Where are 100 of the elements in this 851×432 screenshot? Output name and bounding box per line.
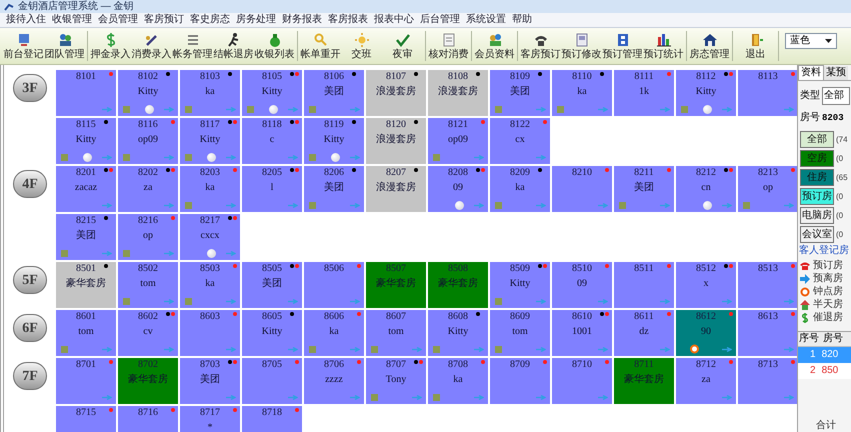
room-tile[interactable]: 8105 Kitty <box>242 70 302 116</box>
room-tile[interactable]: 8606 ka <box>304 310 364 356</box>
room-tile[interactable]: 8121 op09 <box>428 118 488 164</box>
room-tile[interactable]: 8715 <box>56 406 116 432</box>
menu-item[interactable]: 客房预订 <box>144 15 184 25</box>
room-tile[interactable]: 8205 l <box>242 166 302 212</box>
toolbar-button[interactable]: 会员资料 <box>474 29 515 63</box>
toolbar-button[interactable]: 夜审 <box>382 29 423 63</box>
room-tile[interactable]: 8102 Kitty <box>118 70 178 116</box>
filter-button[interactable]: 预订房 <box>800 188 834 205</box>
menu-item[interactable]: 会员管理 <box>98 15 138 25</box>
toolbar-button[interactable]: 前台登记 <box>3 29 44 63</box>
room-tile[interactable]: 8602 cv <box>118 310 178 356</box>
room-tile[interactable]: 8506 <box>304 262 364 308</box>
room-tile[interactable]: 8203 ka <box>180 166 240 212</box>
room-tile[interactable]: 8110 ka <box>552 70 612 116</box>
filter-button[interactable]: 电脑房 <box>800 207 834 224</box>
room-tile[interactable]: 8707 Tony <box>366 358 426 404</box>
room-tile[interactable]: 8608 Kitty <box>428 310 488 356</box>
room-tile[interactable]: 8706 zzzz <box>304 358 364 404</box>
room-tile[interactable]: 8212 cn <box>676 166 736 212</box>
room-tile[interactable]: 8119 Kitty <box>304 118 364 164</box>
toolbar-button[interactable]: 核对消费 <box>428 29 469 63</box>
room-tile[interactable]: 8713 <box>738 358 797 404</box>
room-tile[interactable]: 8215 美团 <box>56 214 116 260</box>
room-tile[interactable]: 8103 ka <box>180 70 240 116</box>
room-tile[interactable]: 8601 tom <box>56 310 116 356</box>
room-tile[interactable]: 8122 cx <box>490 118 550 164</box>
tab[interactable]: 某预 <box>824 66 848 80</box>
room-tile[interactable]: 8509 Kitty <box>490 262 550 308</box>
room-tile[interactable]: 8607 tom <box>366 310 426 356</box>
theme-select[interactable]: 蓝色 <box>785 33 837 49</box>
room-tile[interactable]: 8202 za <box>118 166 178 212</box>
room-tile[interactable]: 8106 美团 <box>304 70 364 116</box>
room-tile[interactable]: 8117 Kitty <box>180 118 240 164</box>
toolbar-button[interactable]: 收银列表 <box>254 29 295 63</box>
room-tile[interactable]: 8107 浪漫套房 <box>366 70 426 116</box>
menu-item[interactable]: 后台管理 <box>420 15 460 25</box>
menu-item[interactable]: 报表中心 <box>374 15 414 25</box>
room-tile[interactable]: 8611 dz <box>614 310 674 356</box>
room-tile[interactable]: 8708 ka <box>428 358 488 404</box>
room-number-field[interactable]: 8203 <box>822 114 844 122</box>
menu-item[interactable]: 客房报表 <box>328 15 368 25</box>
filter-button[interactable]: 全部 <box>800 131 834 148</box>
toolbar-button[interactable]: 帐单重开 <box>300 29 341 63</box>
room-tile[interactable]: 8710 <box>552 358 612 404</box>
room-tile[interactable]: 8508 豪华套房 <box>428 262 488 308</box>
room-tile[interactable]: 8502 tom <box>118 262 178 308</box>
room-tile[interactable]: 8208 09 <box>428 166 488 212</box>
toolbar-button[interactable]: 客房预订 <box>520 29 561 63</box>
guest-register-link[interactable]: 客人登记房 <box>798 246 851 256</box>
toolbar-button[interactable]: 押金录入 <box>90 29 131 63</box>
room-tile[interactable]: 8503 ka <box>180 262 240 308</box>
menu-item[interactable]: 接待入住 <box>6 15 46 25</box>
room-tile[interactable]: 8510 09 <box>552 262 612 308</box>
room-tile[interactable]: 8703 美团 <box>180 358 240 404</box>
toolbar-button[interactable]: 预订统计 <box>643 29 684 63</box>
room-tile[interactable]: 8716 <box>118 406 178 432</box>
room-tile[interactable]: 8718 <box>242 406 302 432</box>
room-tile[interactable]: 8101 <box>56 70 116 116</box>
menu-item[interactable]: 客史房态 <box>190 15 230 25</box>
room-tile[interactable]: 8705 <box>242 358 302 404</box>
room-tile[interactable]: 8605 Kitty <box>242 310 302 356</box>
room-tile[interactable]: 8217 cxcx <box>180 214 240 260</box>
room-tile[interactable]: 8206 美团 <box>304 166 364 212</box>
room-tile[interactable]: 8609 tom <box>490 310 550 356</box>
room-tile[interactable]: 8216 op <box>118 214 178 260</box>
room-tile[interactable]: 8108 浪漫套房 <box>428 70 488 116</box>
room-tile[interactable]: 8507 豪华套房 <box>366 262 426 308</box>
room-tile[interactable]: 8118 c <box>242 118 302 164</box>
room-tile[interactable]: 8120 浪漫套房 <box>366 118 426 164</box>
room-tile[interactable]: 8712 za <box>676 358 736 404</box>
filter-button[interactable]: 会议室 <box>800 226 834 243</box>
room-tile[interactable]: 8113 <box>738 70 797 116</box>
room-tile[interactable]: 8612 90 <box>676 310 736 356</box>
room-tile[interactable]: 8116 op09 <box>118 118 178 164</box>
toolbar-button[interactable]: 退出 <box>735 29 776 63</box>
toolbar-button[interactable]: 结帐退房 <box>213 29 254 63</box>
room-tile[interactable]: 8111 1k <box>614 70 674 116</box>
room-tile[interactable]: 8610 1001 <box>552 310 612 356</box>
menu-item[interactable]: 房务处理 <box>236 15 276 25</box>
room-tile[interactable]: 8213 op <box>738 166 797 212</box>
type-select[interactable]: 全部 <box>822 87 850 105</box>
filter-button[interactable]: 住房 <box>800 169 834 186</box>
room-tile[interactable]: 8109 美团 <box>490 70 550 116</box>
room-tile[interactable]: 8603 <box>180 310 240 356</box>
toolbar-button[interactable]: 团队管理 <box>44 29 85 63</box>
room-tile[interactable]: 8209 ka <box>490 166 550 212</box>
room-tile[interactable]: 8505 美团 <box>242 262 302 308</box>
toolbar-button[interactable]: 预订修改 <box>561 29 602 63</box>
menu-item[interactable]: 收银管理 <box>52 15 92 25</box>
room-tile[interactable]: 8512 x <box>676 262 736 308</box>
toolbar-button[interactable]: 消费录入 <box>131 29 172 63</box>
room-tile[interactable]: 8717 * <box>180 406 240 432</box>
room-tile[interactable]: 8211 美团 <box>614 166 674 212</box>
menu-item[interactable]: 系统设置 <box>466 15 506 25</box>
filter-button[interactable]: 空房 <box>800 150 834 167</box>
menu-item[interactable]: 财务报表 <box>282 15 322 25</box>
room-tile[interactable]: 8210 <box>552 166 612 212</box>
room-tile[interactable]: 8201 zacaz <box>56 166 116 212</box>
